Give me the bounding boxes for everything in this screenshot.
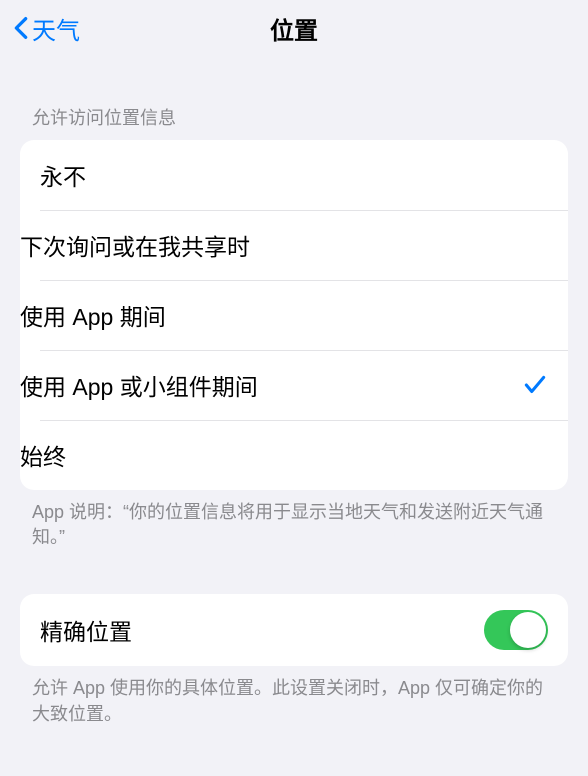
switch-knob: [510, 612, 546, 648]
option-always[interactable]: 始终: [20, 420, 568, 490]
option-label: 始终: [20, 438, 66, 472]
option-label: 使用 App 期间: [20, 298, 166, 332]
option-label: 永不: [40, 158, 86, 192]
page-title: 位置: [270, 11, 318, 46]
checkmark-icon: [522, 372, 548, 398]
section-header-access: 允许访问位置信息: [20, 56, 568, 140]
option-while-using-or-widgets[interactable]: 使用 App 或小组件期间: [20, 350, 568, 420]
precise-location-row: 精确位置: [20, 594, 568, 666]
back-label: 天气: [32, 11, 80, 46]
precise-location-label: 精确位置: [40, 613, 132, 647]
navigation-bar: 天气 位置: [0, 0, 588, 56]
option-label: 使用 App 或小组件期间: [20, 368, 258, 402]
option-label: 下次询问或在我共享时: [20, 228, 250, 262]
location-access-options: 永不 下次询问或在我共享时 使用 App 期间 使用 App 或小组件期间 始终: [20, 140, 568, 490]
chevron-left-icon: [12, 14, 30, 42]
option-while-using[interactable]: 使用 App 期间: [20, 280, 568, 350]
back-button[interactable]: 天气: [8, 7, 84, 50]
section-footer-precise: 允许 App 使用你的具体位置。此设置关闭时，App 仅可确定你的大致位置。: [20, 666, 568, 726]
precise-location-toggle[interactable]: [484, 610, 548, 650]
option-never[interactable]: 永不: [20, 140, 568, 210]
precise-location-group: 精确位置: [20, 594, 568, 666]
section-footer-app-description: App 说明：“你的位置信息将用于显示当地天气和发送附近天气通知。”: [20, 490, 568, 550]
option-ask-next-time[interactable]: 下次询问或在我共享时: [20, 210, 568, 280]
